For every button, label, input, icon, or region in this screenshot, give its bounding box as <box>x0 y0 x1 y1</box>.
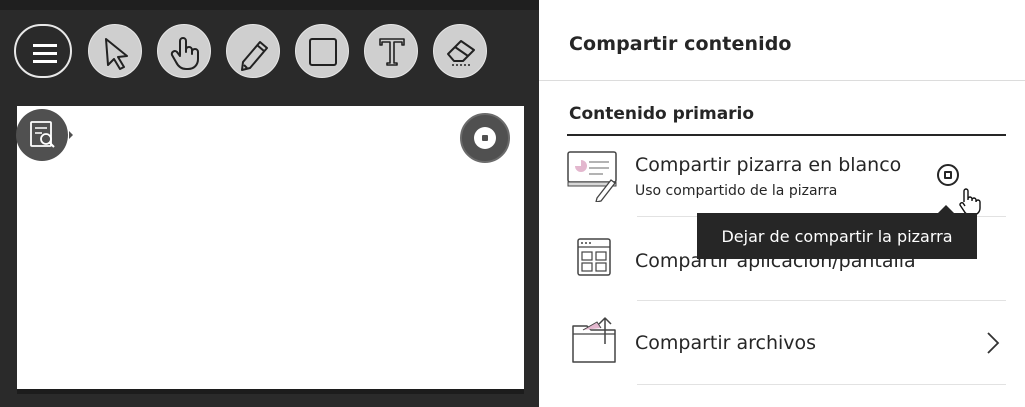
rectangle-icon <box>309 38 337 66</box>
inspect-button[interactable] <box>16 109 76 161</box>
menu-button[interactable] <box>14 24 72 78</box>
hand-icon <box>170 37 199 70</box>
panel-top-edge <box>0 0 539 10</box>
text-icon <box>379 38 405 66</box>
eraser-icon <box>447 40 475 66</box>
eraser-tool-button[interactable] <box>433 24 487 78</box>
whiteboard-panel <box>0 0 539 407</box>
item-sublabel: Uso compartido de la pizarra <box>635 183 838 199</box>
tooltip: Dejar de compartir la pizarra <box>697 213 977 259</box>
item-label: Compartir pizarra en blanco <box>635 154 902 176</box>
hand-tool-button[interactable] <box>157 24 211 78</box>
divider <box>637 384 1006 385</box>
share-content-panel: Compartir contenido Contenido primario C… <box>539 0 1025 407</box>
section-title: Contenido primario <box>569 104 755 124</box>
pencil-icon <box>241 41 268 71</box>
stop-share-icon-button[interactable] <box>937 164 959 186</box>
panel-title: Compartir contenido <box>569 33 792 55</box>
divider <box>637 300 1006 301</box>
folder-upload-icon <box>572 317 616 363</box>
stop-sharing-button[interactable] <box>460 113 510 163</box>
whiteboard-icon <box>567 151 617 202</box>
item-label: Compartir archivos <box>635 332 817 354</box>
tooltip-arrow <box>938 205 954 213</box>
whiteboard-bottom-edge <box>17 389 524 394</box>
whiteboard-toolbar <box>0 10 539 92</box>
rectangle-tool-button[interactable] <box>295 24 349 78</box>
pointer-tool-button[interactable] <box>88 24 142 78</box>
whiteboard-canvas[interactable] <box>17 106 524 389</box>
application-window-icon <box>577 238 611 276</box>
tooltip-text: Dejar de compartir la pizarra <box>721 226 953 246</box>
pointer-icon <box>105 38 128 70</box>
chevron-right-icon <box>987 332 1000 354</box>
hand-cursor-icon <box>959 188 981 216</box>
stop-icon <box>474 127 496 149</box>
text-tool-button[interactable] <box>364 24 418 78</box>
pencil-tool-button[interactable] <box>226 24 280 78</box>
inspect-icon <box>16 109 73 161</box>
menu-icon <box>33 44 57 63</box>
section-divider <box>567 134 1006 136</box>
divider <box>539 80 1025 81</box>
